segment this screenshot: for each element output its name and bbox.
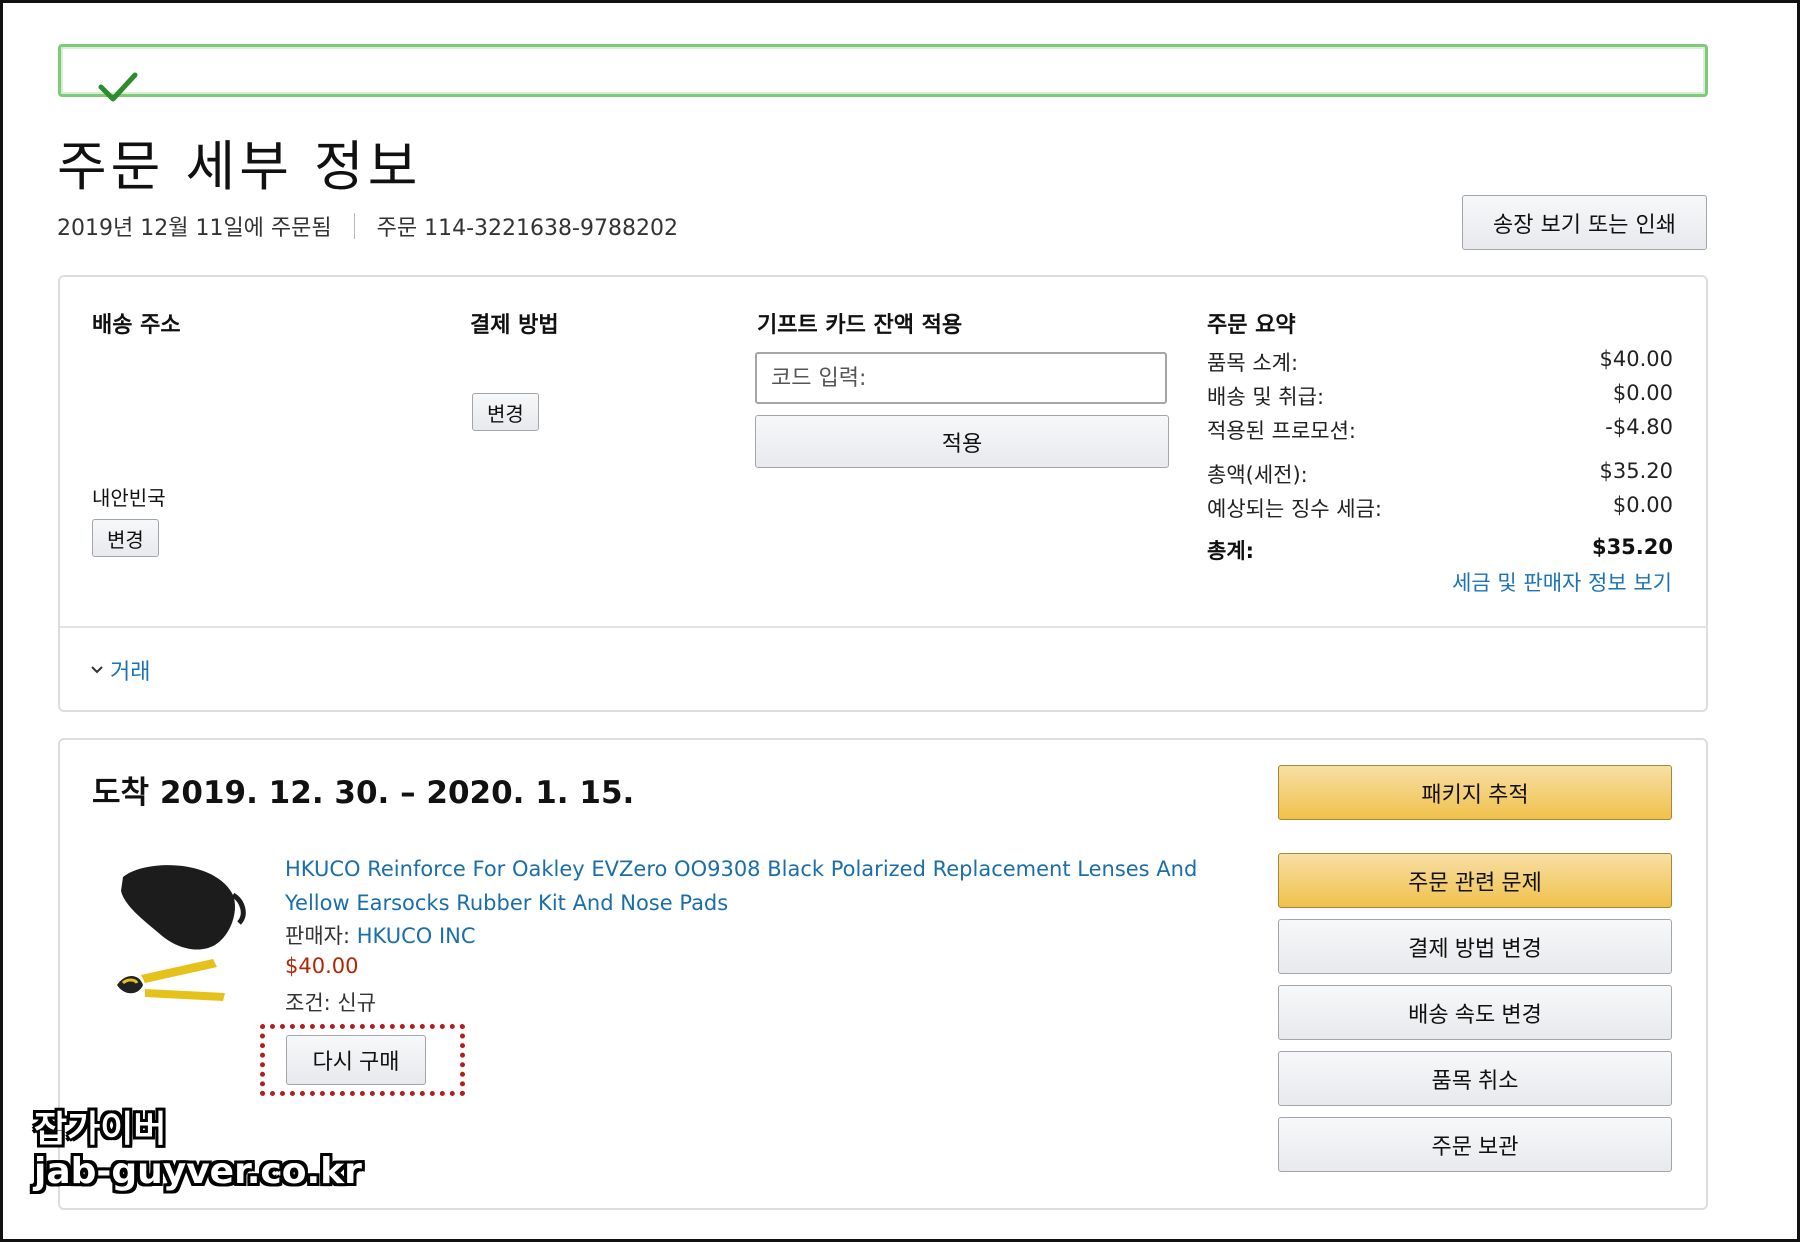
change-address-button[interactable]: 변경 (92, 519, 159, 557)
watermark-title: 잡가이버 (34, 1109, 167, 1150)
check-icon (98, 72, 138, 102)
invoice-button[interactable]: 송장 보기 또는 인쇄 (1462, 195, 1707, 250)
summary-value: $40.00 (1599, 347, 1673, 371)
item-condition: 조건: 신규 (285, 991, 377, 1015)
order-date: 2019년 12월 11일에 주문됨 (57, 216, 332, 241)
payment-method-heading: 결제 방법 (470, 313, 559, 338)
summary-row-shipping: 배송 및 취급: $0.00 (1207, 381, 1673, 411)
change-shipping-speed-button[interactable]: 배송 속도 변경 (1278, 985, 1672, 1040)
order-meta: 2019년 12월 11일에 주문됨 주문 114-3221638-978820… (57, 210, 678, 242)
order-summary-heading: 주문 요약 (1207, 313, 1296, 338)
success-alert (58, 44, 1708, 102)
product-title-link[interactable]: HKUCO Reinforce For Oakley EVZero OO9308… (285, 852, 1245, 920)
summary-value: -$4.80 (1605, 415, 1673, 439)
meta-divider (353, 213, 355, 239)
gift-code-input[interactable] (755, 352, 1167, 404)
tax-seller-info-link[interactable]: 세금 및 판매자 정보 보기 (1452, 567, 1672, 597)
track-package-button[interactable]: 패키지 추적 (1278, 765, 1672, 820)
seller-prefix: 판매자: (285, 924, 357, 948)
order-summary-panel: 배송 주소 내안빈국 변경 결제 방법 변경 기프트 카드 잔액 적용 적용 주… (58, 275, 1708, 712)
summary-label: 품목 소계: (1207, 351, 1299, 375)
change-payment-method-button[interactable]: 결제 방법 변경 (1278, 919, 1672, 974)
shipping-address-line: 내안빈국 (92, 486, 166, 510)
summary-label: 예상되는 징수 세금: (1207, 497, 1382, 521)
arrival-date: 도착 2019. 12. 30. – 2020. 1. 15. (92, 775, 635, 811)
seller-link[interactable]: HKUCO INC (357, 924, 476, 948)
buy-again-button[interactable]: 다시 구매 (286, 1035, 426, 1085)
summary-row-pretax: 총액(세전): $35.20 (1207, 459, 1673, 489)
summary-total-value: $35.20 (1591, 535, 1673, 559)
order-number: 주문 114-3221638-9788202 (376, 216, 678, 241)
summary-value: $35.20 (1599, 459, 1673, 483)
summary-row-promotion: 적용된 프로모션: -$4.80 (1207, 415, 1673, 445)
watermark: 잡가이버 jab-guyver.co.kr (34, 1110, 362, 1194)
change-payment-button[interactable]: 변경 (472, 393, 539, 431)
transactions-label: 거래 (110, 660, 151, 685)
cancel-items-button[interactable]: 품목 취소 (1278, 1051, 1672, 1106)
page-title: 주문 세부 정보 (57, 135, 422, 198)
summary-row-tax: 예상되는 징수 세금: $0.00 (1207, 493, 1673, 523)
chevron-down-icon (91, 666, 103, 674)
summary-label: 배송 및 취급: (1207, 385, 1325, 409)
summary-label: 총액(세전): (1207, 463, 1308, 487)
shipping-address-heading: 배송 주소 (92, 313, 181, 338)
product-image[interactable] (105, 855, 255, 1015)
gift-card-heading: 기프트 카드 잔액 적용 (757, 313, 963, 338)
transactions-toggle[interactable]: 거래 (90, 654, 150, 686)
seller-line: 판매자: HKUCO INC (285, 920, 476, 950)
summary-label: 적용된 프로모션: (1207, 419, 1356, 443)
apply-gift-card-button[interactable]: 적용 (755, 415, 1169, 468)
summary-value: $0.00 (1612, 493, 1673, 517)
summary-value: $0.00 (1612, 381, 1673, 405)
summary-divider (60, 626, 1706, 628)
summary-total-label: 총계: (1207, 539, 1255, 563)
summary-row-subtotal: 품목 소계: $40.00 (1207, 347, 1673, 377)
watermark-url: jab-guyver.co.kr (34, 1151, 362, 1192)
summary-row-total: 총계: $35.20 (1207, 535, 1673, 565)
item-price: $40.00 (285, 954, 359, 978)
order-problem-button[interactable]: 주문 관련 문제 (1278, 853, 1672, 908)
archive-order-button[interactable]: 주문 보관 (1278, 1117, 1672, 1172)
